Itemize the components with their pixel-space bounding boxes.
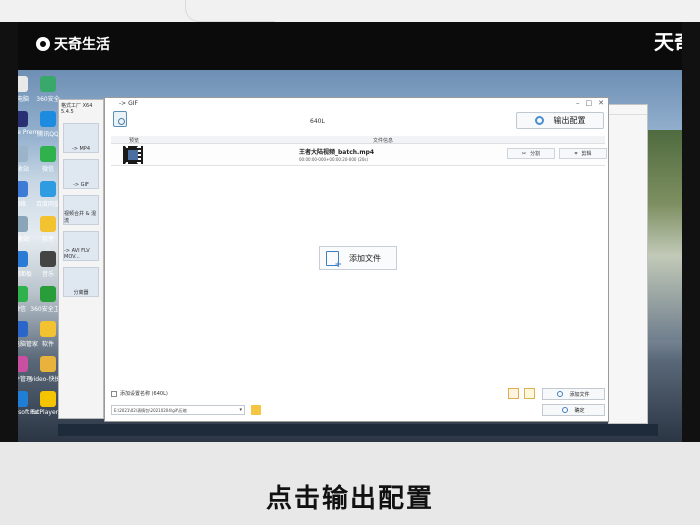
add-dir-option[interactable]: 添加设置名称 (640L) — [111, 390, 168, 397]
app-icon — [40, 286, 56, 302]
taskbar — [58, 424, 658, 436]
crop-button[interactable]: ⌗ 剪辑 — [559, 148, 607, 159]
app-icon — [40, 321, 56, 337]
add-file-button[interactable]: 添加文件 — [542, 388, 605, 400]
brand-text: 天奇生活 — [54, 37, 110, 53]
brand-logo-left: 天奇生活 — [36, 34, 110, 54]
app-icon — [40, 181, 56, 197]
minimize-icon[interactable]: – — [576, 99, 580, 107]
sidebar-item-splitter[interactable]: 分离器 — [63, 267, 99, 297]
dialog-title: -> GIF — [119, 100, 138, 107]
gif-format-icon — [113, 111, 127, 127]
monitor-left-bezel — [0, 22, 18, 442]
file-info: 00:00:00-000+00:00:20-000 (20s) — [299, 157, 369, 162]
window-controls: – □ ✕ — [576, 99, 604, 107]
file-table-header: 预览 文件信息 — [111, 136, 605, 144]
open-folder-icon[interactable] — [524, 388, 535, 399]
checkbox[interactable] — [111, 390, 117, 397]
monitor-top-bezel — [0, 0, 700, 22]
gear-icon — [534, 116, 544, 125]
output-config-button[interactable]: 输出配置 — [516, 112, 604, 129]
clear-list-icon[interactable] — [508, 388, 519, 399]
chevron-down-icon: ▾ — [239, 407, 242, 413]
sidebar-item-merge[interactable]: 视频合并 & 混流 — [63, 195, 99, 225]
scissors-icon: ✂ — [521, 150, 527, 157]
app-icon — [40, 146, 56, 162]
crop-icon: ⌗ — [574, 150, 578, 157]
app-icon — [40, 251, 56, 267]
file-name: 王者大陆视频_batch.mp4 — [299, 149, 375, 156]
add-file-icon — [326, 250, 342, 270]
app-icon — [40, 391, 56, 407]
decor-line — [185, 0, 275, 22]
ok-button[interactable]: 确定 — [542, 404, 605, 416]
app-icon — [40, 216, 56, 232]
brand-icon — [36, 37, 50, 51]
close-icon[interactable]: ✕ — [598, 99, 604, 107]
folder-icon[interactable] — [251, 405, 261, 415]
back-window-title: 格式工厂 X64 5.4.5 — [61, 103, 93, 115]
check-icon — [562, 407, 569, 413]
col-preview: 预览 — [129, 138, 140, 144]
video-caption: 点击输出配置 — [265, 484, 434, 514]
maximize-icon[interactable]: □ — [586, 99, 593, 107]
video-thumbnail-icon — [123, 146, 143, 164]
add-icon — [557, 391, 564, 397]
sidebar-item-gif[interactable]: -> GIF — [63, 159, 99, 189]
split-button[interactable]: ✂ 分割 — [507, 148, 555, 159]
format-label: 640L — [310, 118, 325, 125]
col-file-info: 文件信息 — [373, 138, 394, 144]
output-config-label: 输出配置 — [553, 116, 586, 125]
add-file-center-button[interactable]: 添加文件 — [319, 246, 397, 270]
add-dir-label: 添加设置名称 (640L) — [120, 391, 168, 397]
output-path-text: E:\2021\02\表情包\20210204\gif\压缩 — [114, 408, 187, 413]
sidebar-item-avi[interactable]: -> AVI FLV MOV... — [63, 231, 99, 261]
monitor-right-bezel — [682, 22, 700, 442]
add-file-center-label: 添加文件 — [349, 253, 381, 263]
app-icon — [40, 111, 56, 127]
background-window-right — [608, 104, 648, 424]
app-icon — [40, 356, 56, 372]
table-row[interactable]: 王者大陆视频_batch.mp4 00:00:00-000+00:00:20-0… — [111, 144, 607, 166]
app-icon — [40, 76, 56, 92]
gif-dialog: -> GIF – □ ✕ 640L 输出配置 预览 文件信息 王者大陆视频_ba… — [104, 97, 609, 422]
output-path-select[interactable]: E:\2021\02\表情包\20210204\gif\压缩 ▾ — [111, 405, 245, 415]
format-factory-window: 格式工厂 X64 5.4.5 -> MP4 -> GIF 视频合并 & 混流 -… — [58, 99, 104, 419]
sidebar-item-mp4[interactable]: -> MP4 — [63, 123, 99, 153]
